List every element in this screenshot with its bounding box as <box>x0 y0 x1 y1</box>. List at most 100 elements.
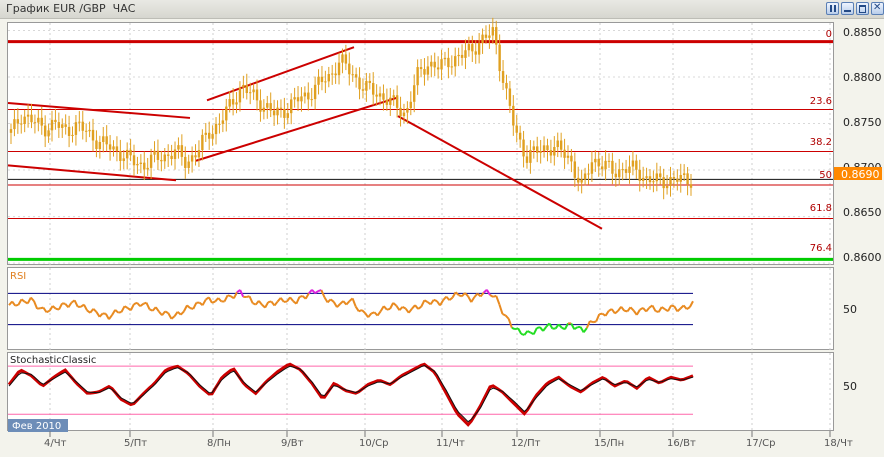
candle-body <box>286 113 289 118</box>
candle-body <box>659 173 662 178</box>
candle-body <box>235 102 238 105</box>
price-tick: 0.8800 <box>843 71 882 84</box>
candle-body <box>464 50 467 58</box>
candle-body <box>259 100 262 112</box>
fib-label-61-8: 61.8 <box>810 203 832 214</box>
candle-body <box>61 124 64 128</box>
candle-body <box>105 136 108 145</box>
candle-body <box>231 99 235 105</box>
rsi-segment <box>670 304 675 308</box>
x-tick-label: 15/Пн <box>594 438 624 449</box>
candle-body <box>317 76 320 85</box>
x-tick-label: 17/Ср <box>746 438 775 449</box>
candle-body <box>262 107 266 112</box>
x-tick-label: 16/Вт <box>667 438 696 449</box>
candle-body <box>631 160 635 167</box>
candle-body <box>553 147 556 156</box>
candle-body <box>78 121 81 123</box>
candle-body <box>331 73 334 75</box>
candle-body <box>430 61 433 67</box>
candle-body <box>389 97 392 105</box>
candle-body <box>423 69 426 75</box>
candle-body <box>460 54 464 58</box>
candle-body <box>672 176 676 179</box>
candle-body <box>218 123 221 125</box>
candle-body <box>433 61 436 68</box>
candle-body <box>375 94 378 97</box>
candle-body <box>614 173 618 178</box>
stoch-label: StochasticClassic <box>10 355 96 366</box>
candle-body <box>334 73 337 76</box>
candle-body <box>153 150 156 155</box>
candle-body <box>43 125 47 137</box>
candle-body <box>242 84 245 88</box>
candle-body <box>385 99 389 105</box>
candle-body <box>115 146 119 151</box>
candle-body <box>197 150 201 158</box>
rsi-segment <box>599 312 603 316</box>
candle-body <box>26 114 30 117</box>
candle-body <box>556 140 559 148</box>
candle-body <box>525 156 529 163</box>
candle-body <box>406 108 409 113</box>
chart-area[interactable]: 0.8850 0.8800 0.8750 0.8700 0.8650 0.860… <box>0 0 884 457</box>
rsi-segment <box>211 300 216 304</box>
rsi-segment <box>511 326 516 331</box>
fib-label-0: 0 <box>826 29 832 40</box>
candle-body <box>679 174 682 182</box>
candle-body <box>204 132 207 135</box>
candle-body <box>450 66 454 68</box>
candle-body <box>293 97 296 100</box>
candle-body <box>211 134 214 139</box>
candle-body <box>290 99 293 114</box>
candle-body <box>638 169 641 181</box>
candle-body <box>187 161 190 168</box>
candle-body <box>682 173 686 175</box>
candle-body <box>471 44 474 52</box>
candle-body <box>341 54 344 63</box>
candle-body <box>81 121 84 131</box>
fib-label-76-4: 76.4 <box>810 243 832 254</box>
candle-body <box>624 169 628 173</box>
rsi-segment <box>14 303 19 307</box>
candle-body <box>348 63 351 75</box>
candle-body <box>549 150 553 156</box>
candle-body <box>378 93 382 97</box>
candle-body <box>296 97 300 102</box>
time-axis: 4/Чт 5/Пт 8/Пн 9/Вт 10/Ср 11/Чт 12/Пт 15/Пн 16/В… <box>44 431 853 449</box>
price-panel-frame <box>7 22 834 265</box>
candle-body <box>372 82 375 95</box>
candle-body <box>71 134 74 137</box>
x-tick-label: 18/Чт <box>824 438 853 449</box>
candle-body <box>64 124 67 127</box>
candle-body <box>37 117 40 123</box>
candle-body <box>563 149 566 158</box>
candle-body <box>361 89 365 91</box>
candle-body <box>119 150 122 162</box>
candle-body <box>635 160 638 170</box>
candle-body <box>146 167 149 170</box>
candle-body <box>156 150 160 160</box>
candle-body <box>16 119 20 124</box>
fib-label-23-6: 23.6 <box>810 96 832 107</box>
candle-body <box>54 119 57 123</box>
candle-body <box>477 43 481 55</box>
x-tick-label: 4/Чт <box>44 438 67 449</box>
candle-body <box>300 96 303 102</box>
candle-body <box>13 119 16 130</box>
candle-body <box>351 74 354 76</box>
candle-body <box>573 161 577 178</box>
candle-body <box>652 181 655 183</box>
candle-body <box>248 92 252 94</box>
candle-body <box>648 176 652 183</box>
candle-body <box>33 122 37 124</box>
candle-body <box>498 44 501 72</box>
candle-body <box>160 159 163 162</box>
candle-body <box>303 92 307 97</box>
candle-body <box>108 144 112 150</box>
candle-body <box>621 169 624 171</box>
candle-body <box>590 162 594 174</box>
rsi-label: RSI <box>10 271 26 282</box>
candle-body <box>344 54 348 64</box>
candle-body <box>358 77 361 90</box>
